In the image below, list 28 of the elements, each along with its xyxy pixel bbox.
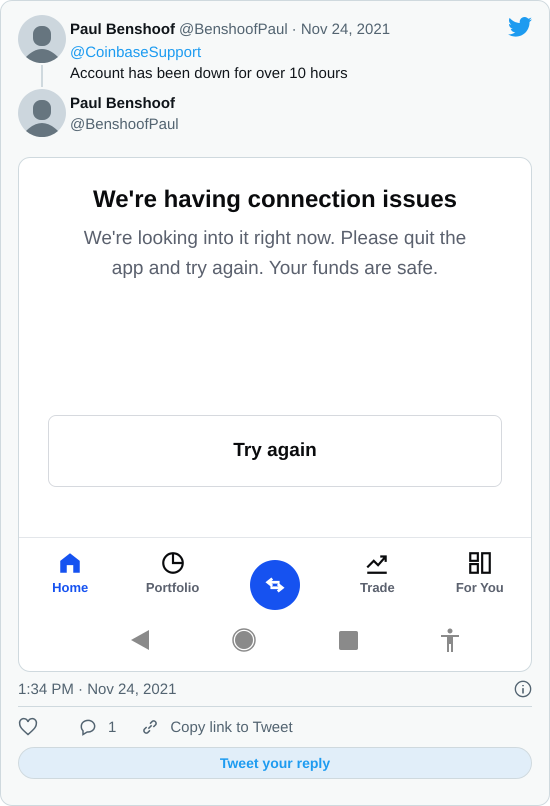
nav-tab[interactable]: Trade — [326, 550, 429, 620]
square-icon[interactable] — [339, 630, 358, 650]
info-icon[interactable] — [514, 680, 532, 698]
tweet-date[interactable]: · Nov 24, 2021 — [292, 19, 390, 40]
author-name[interactable]: Paul Benshoof — [70, 19, 176, 40]
avatar-icon — [18, 89, 66, 137]
heart-icon[interactable] — [18, 717, 38, 737]
error-title: We're having connection issues — [92, 186, 458, 214]
nav-tab[interactable]: Portfolio — [121, 550, 224, 620]
error-message: We're looking into it right now. Please quit the app and try again. Your funds are safe. — [82, 227, 468, 281]
tweet-timestamp[interactable]: 1:34 PM · Nov 24, 2021 — [18, 680, 176, 698]
author-handle[interactable]: @BenshoofPaul — [70, 114, 532, 135]
author-handle[interactable]: @BenshoofPaul — [179, 19, 288, 40]
back-icon[interactable] — [130, 630, 149, 650]
layout-icon — [466, 550, 493, 576]
home-circle-icon[interactable] — [232, 628, 256, 652]
copy-link-action[interactable]: Copy link to Tweet — [140, 717, 293, 737]
try-again-button[interactable]: Try again — [48, 415, 502, 487]
tweet-text: Account has been down for over 10 hours — [70, 64, 349, 84]
accessibility-icon[interactable] — [441, 628, 460, 652]
bird-logo-icon[interactable] — [508, 17, 532, 37]
avatar-icon — [18, 15, 66, 63]
reply-action[interactable]: 1 — [78, 717, 116, 737]
nav-tab[interactable]: For You — [428, 550, 531, 620]
pie-chart-icon — [160, 550, 186, 576]
comment-icon — [78, 717, 98, 737]
nav-tab[interactable]: Home — [19, 550, 122, 620]
author-name[interactable]: Paul Benshoof — [70, 93, 532, 114]
